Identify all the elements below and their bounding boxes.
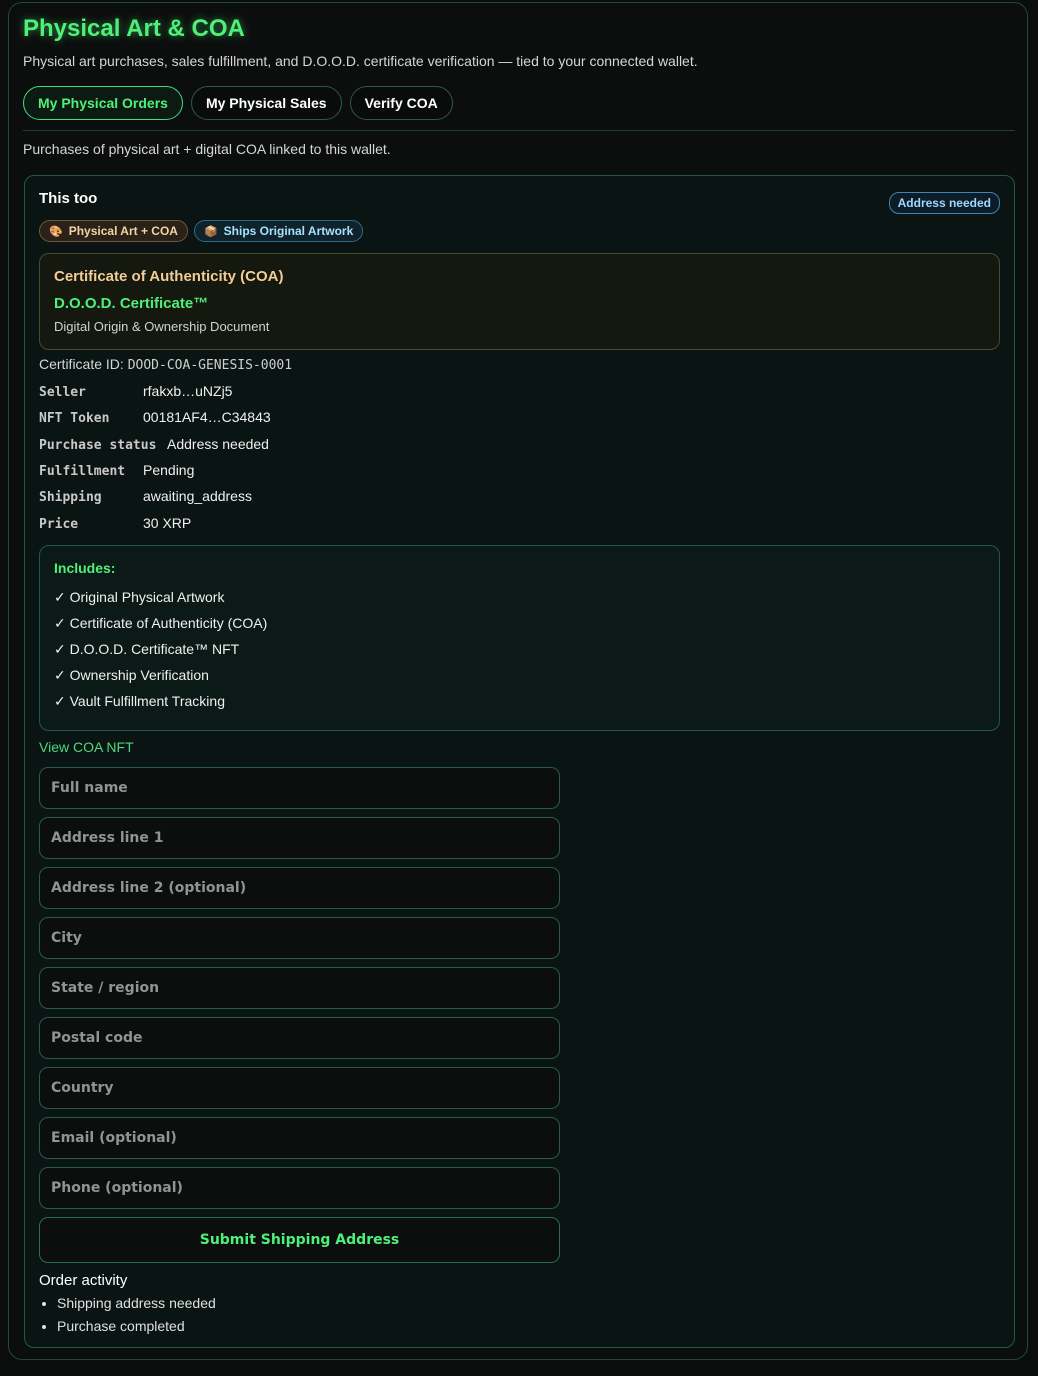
detail-label: NFT Token [39,411,110,426]
detail-label: Shipping [39,490,102,505]
order-card: This too Address needed 🎨 Physical Art +… [24,175,1015,1348]
detail-row-nft-token: NFT Token 00181AF4…C34843 [39,409,271,426]
detail-value: 00181AF4…C34843 [143,409,271,425]
city-field[interactable] [39,917,560,959]
page-title: Physical Art & COA [23,15,245,42]
chip-physical-art-coa: 🎨 Physical Art + COA [39,220,188,242]
package-icon: 📦 [203,225,218,238]
includes-list: ✓ Original Physical Artwork ✓ Certificat… [54,589,267,719]
detail-label: Fulfillment [39,464,126,479]
postal-code-field[interactable] [39,1017,560,1059]
list-item: ✓ Certificate of Authenticity (COA) [54,615,268,631]
dood-certificate-title: D.O.O.D. Certificate™ [54,295,209,312]
chip-label: Physical Art + COA [68,224,178,238]
detail-value: Address needed [167,436,269,452]
detail-label: Price [39,517,79,532]
list-item: ✓ Original Physical Artwork [54,589,225,605]
dood-certificate-subtitle: Digital Origin & Ownership Document [54,319,270,334]
divider [23,130,1015,131]
detail-value: awaiting_address [143,488,252,504]
tab-verify-coa[interactable]: Verify COA [349,86,453,120]
full-name-field[interactable] [39,767,560,809]
tab-my-physical-orders[interactable]: My Physical Orders [23,86,183,120]
detail-row-price: Price 30 XRP [39,515,191,532]
coa-title: Certificate of Authenticity (COA) [54,268,284,285]
order-activity-title: Order activity [39,1272,128,1289]
address-line-2-field[interactable] [39,867,560,909]
includes-title: Includes: [54,560,116,576]
address-line-1-field[interactable] [39,817,560,859]
certificate-id-label: Certificate ID: [39,356,124,372]
list-item: ✓ Ownership Verification [54,667,209,683]
physical-art-panel: Physical Art & COA Physical art purchase… [8,2,1028,1360]
order-title: This too [39,190,98,207]
order-chips: 🎨 Physical Art + COA 📦 Ships Original Ar… [39,220,364,242]
list-item: ✓ D.O.O.D. Certificate™ NFT [54,641,240,657]
country-field[interactable] [39,1067,560,1109]
detail-row-seller: Seller rfakxb…uNZj5 [39,383,232,400]
tab-my-physical-sales[interactable]: My Physical Sales [190,86,342,120]
email-field[interactable] [39,1117,560,1159]
coa-box: Certificate of Authenticity (COA) D.O.O.… [39,253,1000,350]
detail-row-shipping: Shipping awaiting_address [39,488,252,505]
page-subtitle: Physical art purchases, sales fulfillmen… [23,53,698,69]
includes-box: Includes: ✓ Original Physical Artwork ✓ … [39,545,1000,731]
list-item: ✓ Vault Fulfillment Tracking [54,693,225,709]
chip-label: Ships Original Artwork [223,224,354,238]
palette-icon: 🎨 [49,225,63,238]
status-badge: Address needed [888,192,1000,214]
detail-row-purchase-status: Purchase status Address needed [39,436,269,453]
order-activity-list: Shipping address needed Purchase complet… [39,1295,216,1341]
certificate-id-value: DOOD-COA-GENESIS-0001 [127,358,293,373]
state-region-field[interactable] [39,967,560,1009]
list-item: Shipping address needed [57,1295,216,1318]
detail-row-fulfillment: Fulfillment Pending [39,462,194,479]
detail-value: rfakxb…uNZj5 [143,383,233,399]
detail-value: Pending [143,462,195,478]
detail-label: Seller [39,385,86,400]
certificate-id: Certificate ID: DOOD-COA-GENESIS-0001 [39,356,292,373]
detail-label: Purchase status [39,438,157,453]
view-coa-nft-link[interactable]: View COA NFT [39,739,134,755]
list-item: Purchase completed [57,1318,216,1341]
chip-ships-original-artwork: 📦 Ships Original Artwork [193,220,364,242]
tab-bar: My Physical Orders My Physical Sales Ver… [23,86,453,120]
section-description: Purchases of physical art + digital COA … [23,141,391,157]
submit-shipping-address-button[interactable]: Submit Shipping Address [39,1217,560,1263]
phone-field[interactable] [39,1167,560,1209]
detail-value: 30 XRP [143,515,192,531]
